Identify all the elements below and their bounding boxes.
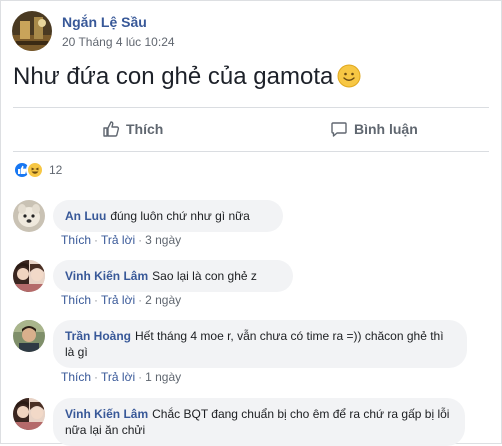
comment-like-link[interactable]: Thích bbox=[61, 370, 91, 384]
author-avatar[interactable] bbox=[12, 11, 52, 51]
comment-button[interactable]: Bình luận bbox=[330, 117, 418, 141]
like-button[interactable]: Thích bbox=[102, 117, 163, 141]
separator-dot: · bbox=[94, 233, 99, 247]
comment-actions: Thích · Trả lời · 2 ngày bbox=[61, 293, 181, 307]
reactions-summary[interactable]: 12 bbox=[13, 161, 62, 179]
commenter-name[interactable]: Trần Hoàng bbox=[65, 329, 131, 343]
separator-dot: · bbox=[94, 370, 99, 384]
comment-reply-link[interactable]: Trả lời bbox=[101, 233, 135, 247]
comment-like-link[interactable]: Thích bbox=[61, 233, 91, 247]
divider-top bbox=[13, 107, 489, 108]
post-timestamp[interactable]: 20 Tháng 4 lúc 10:24 bbox=[62, 35, 175, 49]
comment-text: đúng luôn chứ như gì nữa bbox=[110, 209, 250, 223]
commenter-name[interactable]: Vinh Kiến Lâm bbox=[65, 269, 148, 283]
smile-emoji-icon bbox=[337, 64, 361, 88]
commenter-avatar[interactable] bbox=[13, 260, 45, 292]
comment-bubble: Vinh Kiến Lâm Sao lại là con ghẻ z bbox=[53, 260, 293, 292]
comment-bubble: An Luu đúng luôn chứ như gì nữa bbox=[53, 200, 283, 232]
post-text-content: Như đứa con ghẻ của gamota bbox=[13, 63, 334, 90]
commenter-name[interactable]: An Luu bbox=[65, 209, 106, 223]
thumbs-up-icon bbox=[103, 121, 120, 137]
like-label: Thích bbox=[126, 121, 164, 137]
commenter-avatar[interactable] bbox=[13, 320, 45, 352]
comment-text: Sao lại là con ghẻ z bbox=[152, 269, 257, 283]
separator-dot: · bbox=[138, 370, 143, 384]
haha-reaction-icon bbox=[26, 161, 44, 179]
commenter-avatar[interactable] bbox=[13, 200, 45, 232]
commenter-name[interactable]: Vinh Kiến Lâm bbox=[65, 407, 148, 421]
separator-dot: · bbox=[94, 293, 99, 307]
separator-dot: · bbox=[138, 233, 143, 247]
comment-like-link[interactable]: Thích bbox=[61, 293, 91, 307]
reaction-count: 12 bbox=[49, 163, 63, 177]
comment-reply-link[interactable]: Trả lời bbox=[101, 293, 135, 307]
post-card: Ngắn Lệ Sầu 20 Tháng 4 lúc 10:24 Như đứa… bbox=[0, 0, 502, 446]
post-text: Như đứa con ghẻ của gamota bbox=[13, 61, 361, 93]
comment-actions: Thích · Trả lời · 1 ngày bbox=[61, 370, 181, 384]
post-author[interactable]: Ngắn Lệ Sầu bbox=[62, 14, 147, 30]
comment-label: Bình luận bbox=[354, 121, 418, 137]
separator-dot: · bbox=[138, 293, 143, 307]
comment-bubble: Trần Hoàng Hết tháng 4 moe r, vẫn chưa có… bbox=[53, 320, 467, 368]
comment-time[interactable]: 2 ngày bbox=[145, 293, 181, 307]
comment-reply-link[interactable]: Trả lời bbox=[101, 370, 135, 384]
comment-icon bbox=[331, 122, 347, 137]
comment-actions: Thích · Trả lời · 3 ngày bbox=[61, 233, 181, 247]
divider-bottom bbox=[13, 151, 489, 152]
comment-bubble: Vinh Kiến Lâm Chắc BQT đang chuẩn bị cho … bbox=[53, 398, 465, 446]
comment-time[interactable]: 1 ngày bbox=[145, 370, 181, 384]
comment-time[interactable]: 3 ngày bbox=[145, 233, 181, 247]
commenter-avatar[interactable] bbox=[13, 398, 45, 430]
